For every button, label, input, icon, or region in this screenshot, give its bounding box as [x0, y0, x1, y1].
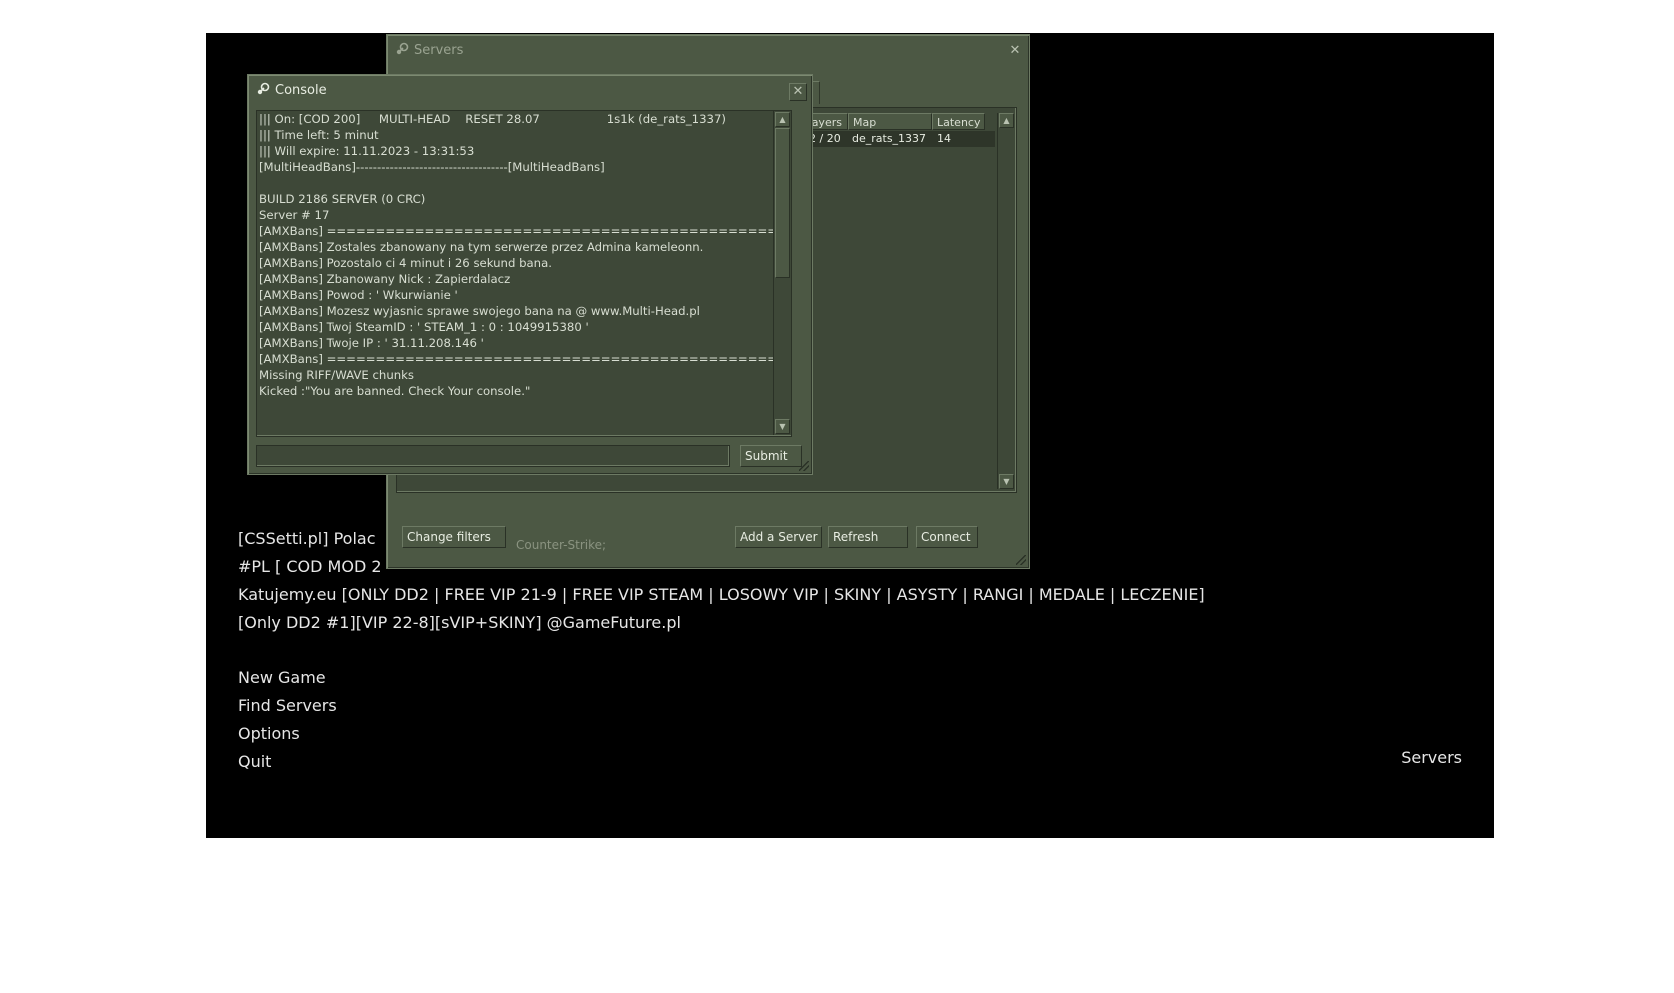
close-icon[interactable]: ✕: [1007, 43, 1023, 59]
recent-server-item[interactable]: Katujemy.eu [ONLY DD2 | FREE VIP 21-9 | …: [238, 581, 1205, 609]
console-title-text: Console: [275, 83, 327, 98]
filter-summary: Counter-Strike;: [516, 538, 607, 552]
console-line: [AMXBans] Mozesz wyjasnic sprawe swojego…: [259, 304, 700, 318]
find-servers-button[interactable]: Find Servers: [238, 692, 337, 720]
console-window-title: Console: [256, 81, 327, 101]
recent-server-item[interactable]: [Only DD2 #1][VIP 22-8][sVIP+SKINY] @Gam…: [238, 609, 1205, 637]
servers-window-title: Servers: [395, 41, 463, 61]
console-line: [AMXBans] ==============================…: [259, 352, 787, 366]
scroll-up-icon[interactable]: ▲: [775, 112, 790, 127]
steam-icon: [256, 82, 270, 96]
console-line: Missing RIFF/WAVE chunks: [259, 368, 415, 382]
row-map: de_rats_1337: [852, 132, 927, 145]
console-line: [AMXBans] Zostales zbanowany na tym serw…: [259, 240, 704, 254]
change-filters-button[interactable]: Change filters: [402, 526, 506, 548]
connect-button[interactable]: Connect: [916, 526, 978, 548]
console-line: BUILD 2186 SERVER (0 CRC): [259, 192, 426, 206]
console-output[interactable]: ||| On: [COD 200] MULTI-HEAD RESET 28.07…: [256, 110, 792, 437]
options-button[interactable]: Options: [238, 720, 337, 748]
resize-grip[interactable]: [1016, 555, 1026, 565]
console-line: [MultiHeadBans]-------------------------…: [259, 160, 605, 174]
row-latency: 14: [937, 132, 951, 145]
console-line: [AMXBans] Powod : ' Wkurwianie ': [259, 288, 458, 302]
column-header-latency[interactable]: Latency: [932, 113, 985, 130]
server-list-scrollbar[interactable]: ▲ ▼: [997, 113, 1015, 489]
console-line: Kicked :"You are banned. Check Your cons…: [259, 384, 531, 398]
add-server-button[interactable]: Add a Server: [735, 526, 822, 548]
console-line: [AMXBans] Pozostalo ci 4 minut i 26 seku…: [259, 256, 552, 270]
console-line: ||| Will expire: 11.11.2023 - 13:31:53: [259, 144, 475, 158]
console-line: [AMXBans] ==============================…: [259, 224, 787, 238]
console-command-input[interactable]: [256, 445, 730, 467]
console-line: [AMXBans] Zbanowany Nick : Zapierdalacz: [259, 272, 511, 286]
console-line: ||| Time left: 5 minut: [259, 128, 379, 142]
servers-title-text: Servers: [414, 43, 464, 58]
console-line: ||| On: [COD 200] MULTI-HEAD RESET 28.07…: [259, 112, 726, 126]
column-header-map[interactable]: Map: [848, 113, 932, 130]
console-scrollbar[interactable]: ▲ ▼: [773, 111, 791, 435]
console-line: [AMXBans] Twoje IP : ' 31.11.208.146 ': [259, 336, 484, 350]
console-line: Server # 17: [259, 208, 330, 222]
console-line: [AMXBans] Twoj SteamID : ' STEAM_1 : 0 :…: [259, 320, 589, 334]
main-menu: New Game Find Servers Options Quit: [238, 664, 337, 776]
taskbar-servers-item[interactable]: Servers: [1401, 748, 1462, 767]
scroll-thumb[interactable]: [775, 128, 790, 278]
console-lines: ||| On: [COD 200] MULTI-HEAD RESET 28.07…: [259, 111, 787, 399]
console-window: Console ✕ ||| On: [COD 200] MULTI-HEAD R…: [247, 74, 813, 475]
resize-grip[interactable]: [799, 461, 809, 471]
scroll-up-icon[interactable]: ▲: [999, 113, 1014, 128]
scroll-down-icon[interactable]: ▼: [999, 474, 1014, 489]
submit-button[interactable]: Submit: [740, 445, 802, 467]
scroll-down-icon[interactable]: ▼: [775, 419, 790, 434]
new-game-button[interactable]: New Game: [238, 664, 337, 692]
close-icon[interactable]: ✕: [789, 83, 807, 101]
quit-button[interactable]: Quit: [238, 748, 337, 776]
refresh-button[interactable]: Refresh: [828, 526, 908, 548]
steam-icon: [395, 42, 409, 56]
